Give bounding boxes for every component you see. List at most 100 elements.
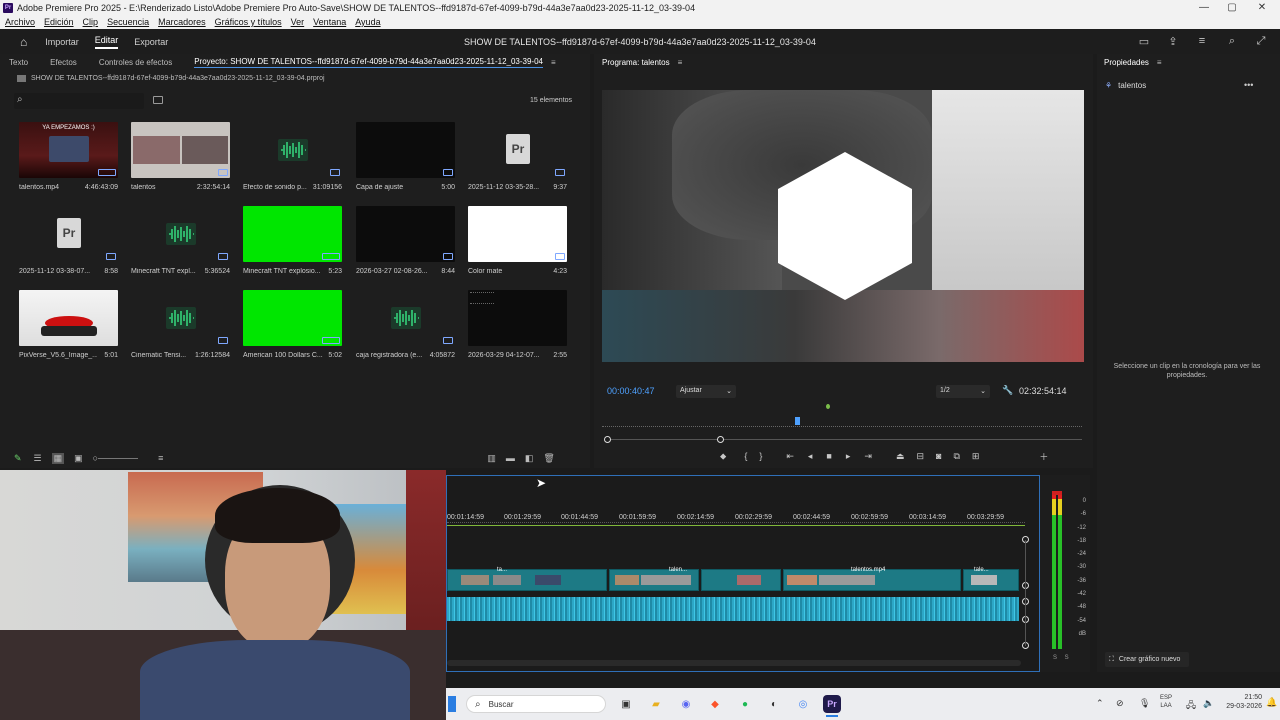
brave-icon[interactable]: ◆ (706, 695, 724, 713)
more-options-icon[interactable]: ••• (1244, 80, 1253, 90)
sort-icon[interactable]: ≡ (158, 453, 163, 463)
thumb-caja-registradora[interactable] (356, 290, 455, 346)
notifications-icon[interactable]: 🔔 (1266, 697, 1277, 708)
panel-menu-icon[interactable]: ≡ (678, 58, 683, 67)
tab-efectos[interactable]: Efectos (50, 58, 77, 67)
menu-secuencia[interactable]: Secuencia (107, 17, 149, 27)
new-item-icon[interactable]: ◧ (525, 453, 534, 464)
menu-ver[interactable]: Ver (291, 17, 305, 27)
tab-editar[interactable]: Editar (94, 35, 119, 49)
taskbar-clock[interactable]: 21:50 29-03-2026 (1220, 693, 1262, 711)
resolution-dropdown[interactable]: 1/2 ⌄ (936, 385, 990, 398)
panel-menu-icon[interactable]: ≡ (551, 58, 556, 67)
new-graphic-button[interactable]: ⛶ Crear gráfico nuevo (1105, 652, 1189, 667)
taskbar-search[interactable]: ⌕ Buscar (466, 695, 606, 713)
wrench-icon[interactable]: 🔧 (1002, 385, 1013, 396)
maximize-button[interactable]: ▢ (1216, 0, 1248, 15)
go-to-in-icon[interactable]: ⇤ (786, 451, 794, 462)
add-button-icon[interactable]: ＋ (1039, 450, 1048, 463)
pencil-icon[interactable]: ✎ (14, 453, 22, 464)
multicam-icon[interactable]: ⊞ (972, 451, 980, 462)
add-marker-icon[interactable]: ⬥ (720, 451, 726, 462)
list-view-icon[interactable]: ☰ (34, 453, 42, 464)
stop-icon[interactable]: ■ (826, 451, 831, 461)
fit-dropdown[interactable]: Ajustar ⌄ (676, 385, 736, 398)
step-back-icon[interactable]: ◂ (808, 451, 813, 462)
mark-out-icon[interactable]: } (759, 451, 762, 461)
thumb-minecraft-tnt-video[interactable] (243, 206, 342, 262)
network-icon[interactable]: 🖧 (1186, 698, 1196, 714)
thumb-project-2025-11-12-03-35[interactable]: Pr (468, 122, 567, 178)
audio-clip[interactable] (447, 597, 1019, 621)
vertical-scrollbar[interactable] (1025, 540, 1026, 646)
freeform-view-icon[interactable]: ▣ (74, 453, 83, 464)
obs-icon[interactable]: ◐ (765, 695, 783, 713)
new-bin-icon[interactable]: ▬ (506, 453, 515, 463)
thumb-american-dollars[interactable] (243, 290, 342, 346)
automate-icon[interactable]: ▥ (487, 453, 496, 464)
workspaces-icon[interactable]: ≡ (1195, 34, 1209, 48)
thumb-talentos-mp4[interactable]: YA EMPEZAMOS :) (19, 122, 118, 178)
tray-app-icon[interactable]: ⊘ (1116, 698, 1124, 709)
thumb-color-mate[interactable] (468, 206, 567, 262)
program-video-frame[interactable] (602, 90, 1084, 362)
close-button[interactable]: ✕ (1246, 0, 1278, 15)
comparison-view-icon[interactable]: ⧉ (953, 451, 959, 462)
current-timecode[interactable]: 00:00:40:47 (607, 386, 655, 396)
zoom-handle-left[interactable] (604, 436, 611, 443)
panel-layout-icon[interactable]: ▭ (1137, 34, 1151, 48)
thumb-pixverse[interactable] (19, 290, 118, 346)
monitor-timeruler[interactable] (602, 419, 1082, 427)
search-icon[interactable]: ⌕ (1225, 34, 1239, 48)
share-icon[interactable]: ⇪ (1166, 34, 1180, 48)
fullscreen-icon[interactable]: ⤢ (1254, 34, 1268, 48)
meter-solo-buttons[interactable]: S S (1053, 655, 1072, 661)
menu-graficos[interactable]: Gráficos y títulos (215, 17, 282, 27)
language-indicator[interactable]: ESP LAA (1160, 694, 1172, 710)
thumb-2026-03-29[interactable] (468, 290, 567, 346)
premiere-taskbar-icon[interactable]: Pr (823, 695, 841, 713)
tab-importar[interactable]: Importar (45, 37, 79, 47)
step-forward-icon[interactable]: ▸ (846, 451, 851, 462)
bin-filter-icon[interactable] (153, 96, 163, 104)
trash-icon[interactable]: 🗑 (543, 453, 554, 464)
thumb-cinematic-tension[interactable] (131, 290, 230, 346)
timeline-panel[interactable]: 00:01:14:59 00:01:29:59 00:01:44:59 00:0… (446, 475, 1040, 672)
menu-ventana[interactable]: Ventana (313, 17, 346, 27)
zoom-handle-right[interactable] (717, 436, 724, 443)
mark-in-icon[interactable]: { (744, 451, 747, 461)
windows-start-icon[interactable] (448, 696, 456, 712)
volume-icon[interactable]: 🔈 (1203, 698, 1214, 709)
menu-marcadores[interactable]: Marcadores (158, 17, 206, 27)
camera-icon[interactable]: ◙ (936, 451, 941, 461)
tray-chevron-icon[interactable]: ⌃ (1096, 698, 1104, 709)
tab-proyecto[interactable]: Proyecto: SHOW DE TALENTOS--ffd9187d-67e… (194, 57, 543, 68)
icon-view-icon[interactable]: ▦ (51, 452, 65, 464)
tab-controles-efectos[interactable]: Controles de efectos (99, 58, 172, 67)
tab-exportar[interactable]: Exportar (134, 37, 168, 47)
program-monitor-title[interactable]: Programa: talentos (602, 58, 670, 68)
go-to-out-icon[interactable]: ⇥ (864, 451, 872, 462)
menu-edicion[interactable]: Edición (44, 17, 74, 27)
thumb-talentos[interactable] (131, 122, 230, 178)
thumb-capa-ajuste[interactable] (356, 122, 455, 178)
thumb-minecraft-tnt-audio[interactable] (131, 206, 230, 262)
menu-clip[interactable]: Clip (83, 17, 99, 27)
menu-ayuda[interactable]: Ayuda (355, 17, 380, 27)
chrome-icon[interactable]: ◎ (794, 695, 812, 713)
thumb-efecto-sonido[interactable] (243, 122, 342, 178)
microphone-icon[interactable]: 🎙 (1139, 698, 1150, 709)
file-explorer-icon[interactable]: ▰ (647, 695, 665, 713)
horizontal-scrollbar[interactable] (447, 660, 1021, 666)
thumb-2026-03-27[interactable] (356, 206, 455, 262)
thumb-project-2025-11-12-03-38[interactable]: Pr (19, 206, 118, 262)
monitor-playhead[interactable] (795, 417, 800, 425)
menu-archivo[interactable]: Archivo (5, 17, 35, 27)
properties-title[interactable]: Propiedades (1104, 58, 1149, 68)
home-icon[interactable]: ⌂ (20, 35, 27, 49)
video-track[interactable]: ta... talen... talentos.mp4 tale... (447, 566, 1025, 594)
monitor-zoom-bar[interactable] (606, 439, 1082, 440)
discord-icon[interactable]: ◉ (677, 695, 695, 713)
audio-track[interactable] (447, 595, 1025, 623)
search-input[interactable]: ⌕ (14, 93, 144, 109)
